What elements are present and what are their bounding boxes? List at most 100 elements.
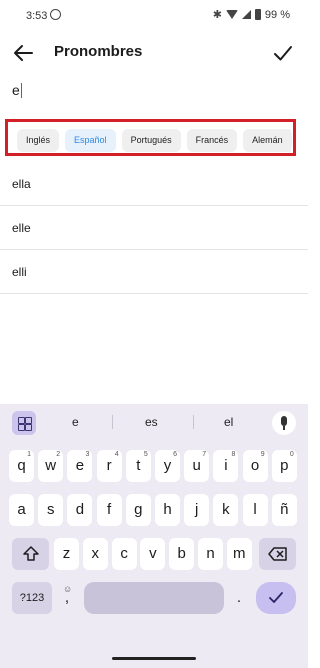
pronoun-input[interactable]: e [12, 82, 296, 108]
keyboard-key[interactable]: o9 [242, 450, 268, 482]
key-label: h [163, 501, 172, 518]
keyboard-key[interactable]: j [184, 494, 210, 526]
list-item[interactable]: ella [0, 162, 308, 206]
keyboard-key[interactable]: p0 [271, 450, 297, 482]
keyboard-key[interactable]: a [9, 494, 34, 526]
suggestion-divider [193, 415, 194, 429]
key-label: ñ [280, 501, 289, 518]
keyboard-key[interactable]: q1 [9, 450, 34, 482]
key-label: l [253, 501, 257, 518]
back-arrow-icon[interactable] [10, 40, 36, 66]
backspace-icon [267, 547, 287, 561]
keyboard-key[interactable]: m [226, 538, 252, 570]
checkmark-icon[interactable] [270, 40, 296, 66]
key-hint: 9 [260, 451, 265, 458]
mic-icon[interactable] [272, 411, 296, 435]
wifi-icon [225, 10, 238, 19]
keyboard-suggestion[interactable]: e [72, 415, 79, 429]
status-time: 3:53 [26, 10, 48, 22]
key-hint: 1 [27, 451, 31, 458]
language-chip-overflow [288, 129, 291, 152]
keyboard-key[interactable]: x [82, 538, 108, 570]
key-hint: 0 [289, 451, 294, 458]
keyboard-key[interactable]: e3 [67, 450, 93, 482]
page-title: Pronombres [54, 43, 143, 60]
key-label: a [17, 501, 26, 518]
key-label: p [280, 457, 289, 474]
key-hint: 6 [173, 451, 177, 458]
key-hint: 5 [143, 451, 148, 458]
keyboard-key[interactable]: h [155, 494, 180, 526]
keyboard-key[interactable]: y6 [155, 450, 180, 482]
keyboard-key[interactable]: u7 [184, 450, 210, 482]
key-label: w [45, 457, 57, 474]
signal-icon [241, 10, 251, 19]
grid-icon[interactable] [12, 411, 36, 435]
keyboard-key[interactable]: k [213, 494, 239, 526]
key-label: f [107, 501, 112, 518]
battery-percent: 99 % [264, 8, 290, 21]
backspace-key[interactable] [259, 538, 296, 570]
key-label: o [250, 457, 260, 474]
language-chip-strip: Inglés Español Portugués Francés Alemán [5, 119, 296, 156]
key-hint: 2 [56, 451, 61, 458]
key-label: q [17, 457, 26, 474]
keyboard-key[interactable]: t5 [125, 450, 151, 482]
keyboard-key[interactable]: f [96, 494, 122, 526]
key-label: s [46, 501, 55, 518]
shift-key[interactable] [12, 538, 49, 570]
shift-icon [22, 546, 39, 561]
emoji-icon: ☺ [63, 584, 73, 594]
pronoun-input-value: e [12, 82, 20, 98]
language-chip[interactable]: Portugués [121, 129, 181, 152]
list-item[interactable]: elle [0, 206, 308, 250]
keyboard-key[interactable]: d [67, 494, 93, 526]
language-chip[interactable]: Español [65, 129, 116, 152]
keyboard-suggestion[interactable]: es [145, 415, 158, 429]
battery-icon [254, 9, 261, 20]
keyboard-key[interactable]: v [140, 538, 166, 570]
language-chip[interactable]: Francés [186, 129, 238, 152]
text-cursor [20, 83, 22, 99]
list-item[interactable]: elli [0, 250, 308, 294]
key-hint: 7 [202, 451, 207, 458]
enter-key[interactable] [256, 582, 296, 614]
key-label: x [91, 545, 100, 562]
key-label: u [192, 457, 201, 474]
key-label: j [195, 501, 199, 518]
comma-key[interactable]: , ☺ [56, 582, 78, 614]
language-chip[interactable]: Alemán [243, 129, 292, 152]
key-hint: 3 [85, 451, 90, 458]
keyboard-key[interactable]: s [38, 494, 64, 526]
language-chips: Inglés Español Portugués Francés Alemán [17, 129, 292, 152]
language-chip[interactable]: Inglés [17, 129, 60, 152]
keyboard-key[interactable]: l [242, 494, 268, 526]
key-label: r [106, 457, 112, 474]
key-label: z [62, 545, 71, 562]
keyboard-key[interactable]: z [54, 538, 79, 570]
enter-check-icon [269, 592, 283, 603]
keyboard-key[interactable]: b [169, 538, 195, 570]
key-label: k [222, 501, 230, 518]
keyboard-suggestion[interactable]: el [224, 415, 233, 429]
keyboard-key[interactable]: ñ [271, 494, 297, 526]
symbols-key[interactable]: ?123 [12, 582, 52, 614]
pronoun-suggestion-list: ella elle elli [0, 162, 308, 294]
key-hint: 4 [114, 451, 119, 458]
app-header: Pronombres [0, 32, 308, 74]
keyboard-key[interactable]: r4 [96, 450, 122, 482]
keyboard-key[interactable]: c [111, 538, 137, 570]
status-bar: 3:53 ✱ 99 % [0, 0, 308, 32]
keyboard-key[interactable]: g [125, 494, 151, 526]
key-label: d [75, 501, 85, 518]
key-label: n [206, 545, 215, 562]
keyboard-key[interactable]: n [198, 538, 223, 570]
key-label: t [136, 457, 141, 474]
keyboard-key[interactable]: i8 [213, 450, 239, 482]
suggestion-divider [112, 415, 113, 429]
onscreen-keyboard: e es el ?123 , ☺ . q1w2e3r4t5y6u7i8o9p0a… [0, 404, 308, 668]
keyboard-key[interactable]: w2 [38, 450, 64, 482]
key-label: m [233, 545, 246, 562]
space-bar[interactable] [84, 582, 224, 614]
period-key[interactable]: . [228, 582, 250, 614]
